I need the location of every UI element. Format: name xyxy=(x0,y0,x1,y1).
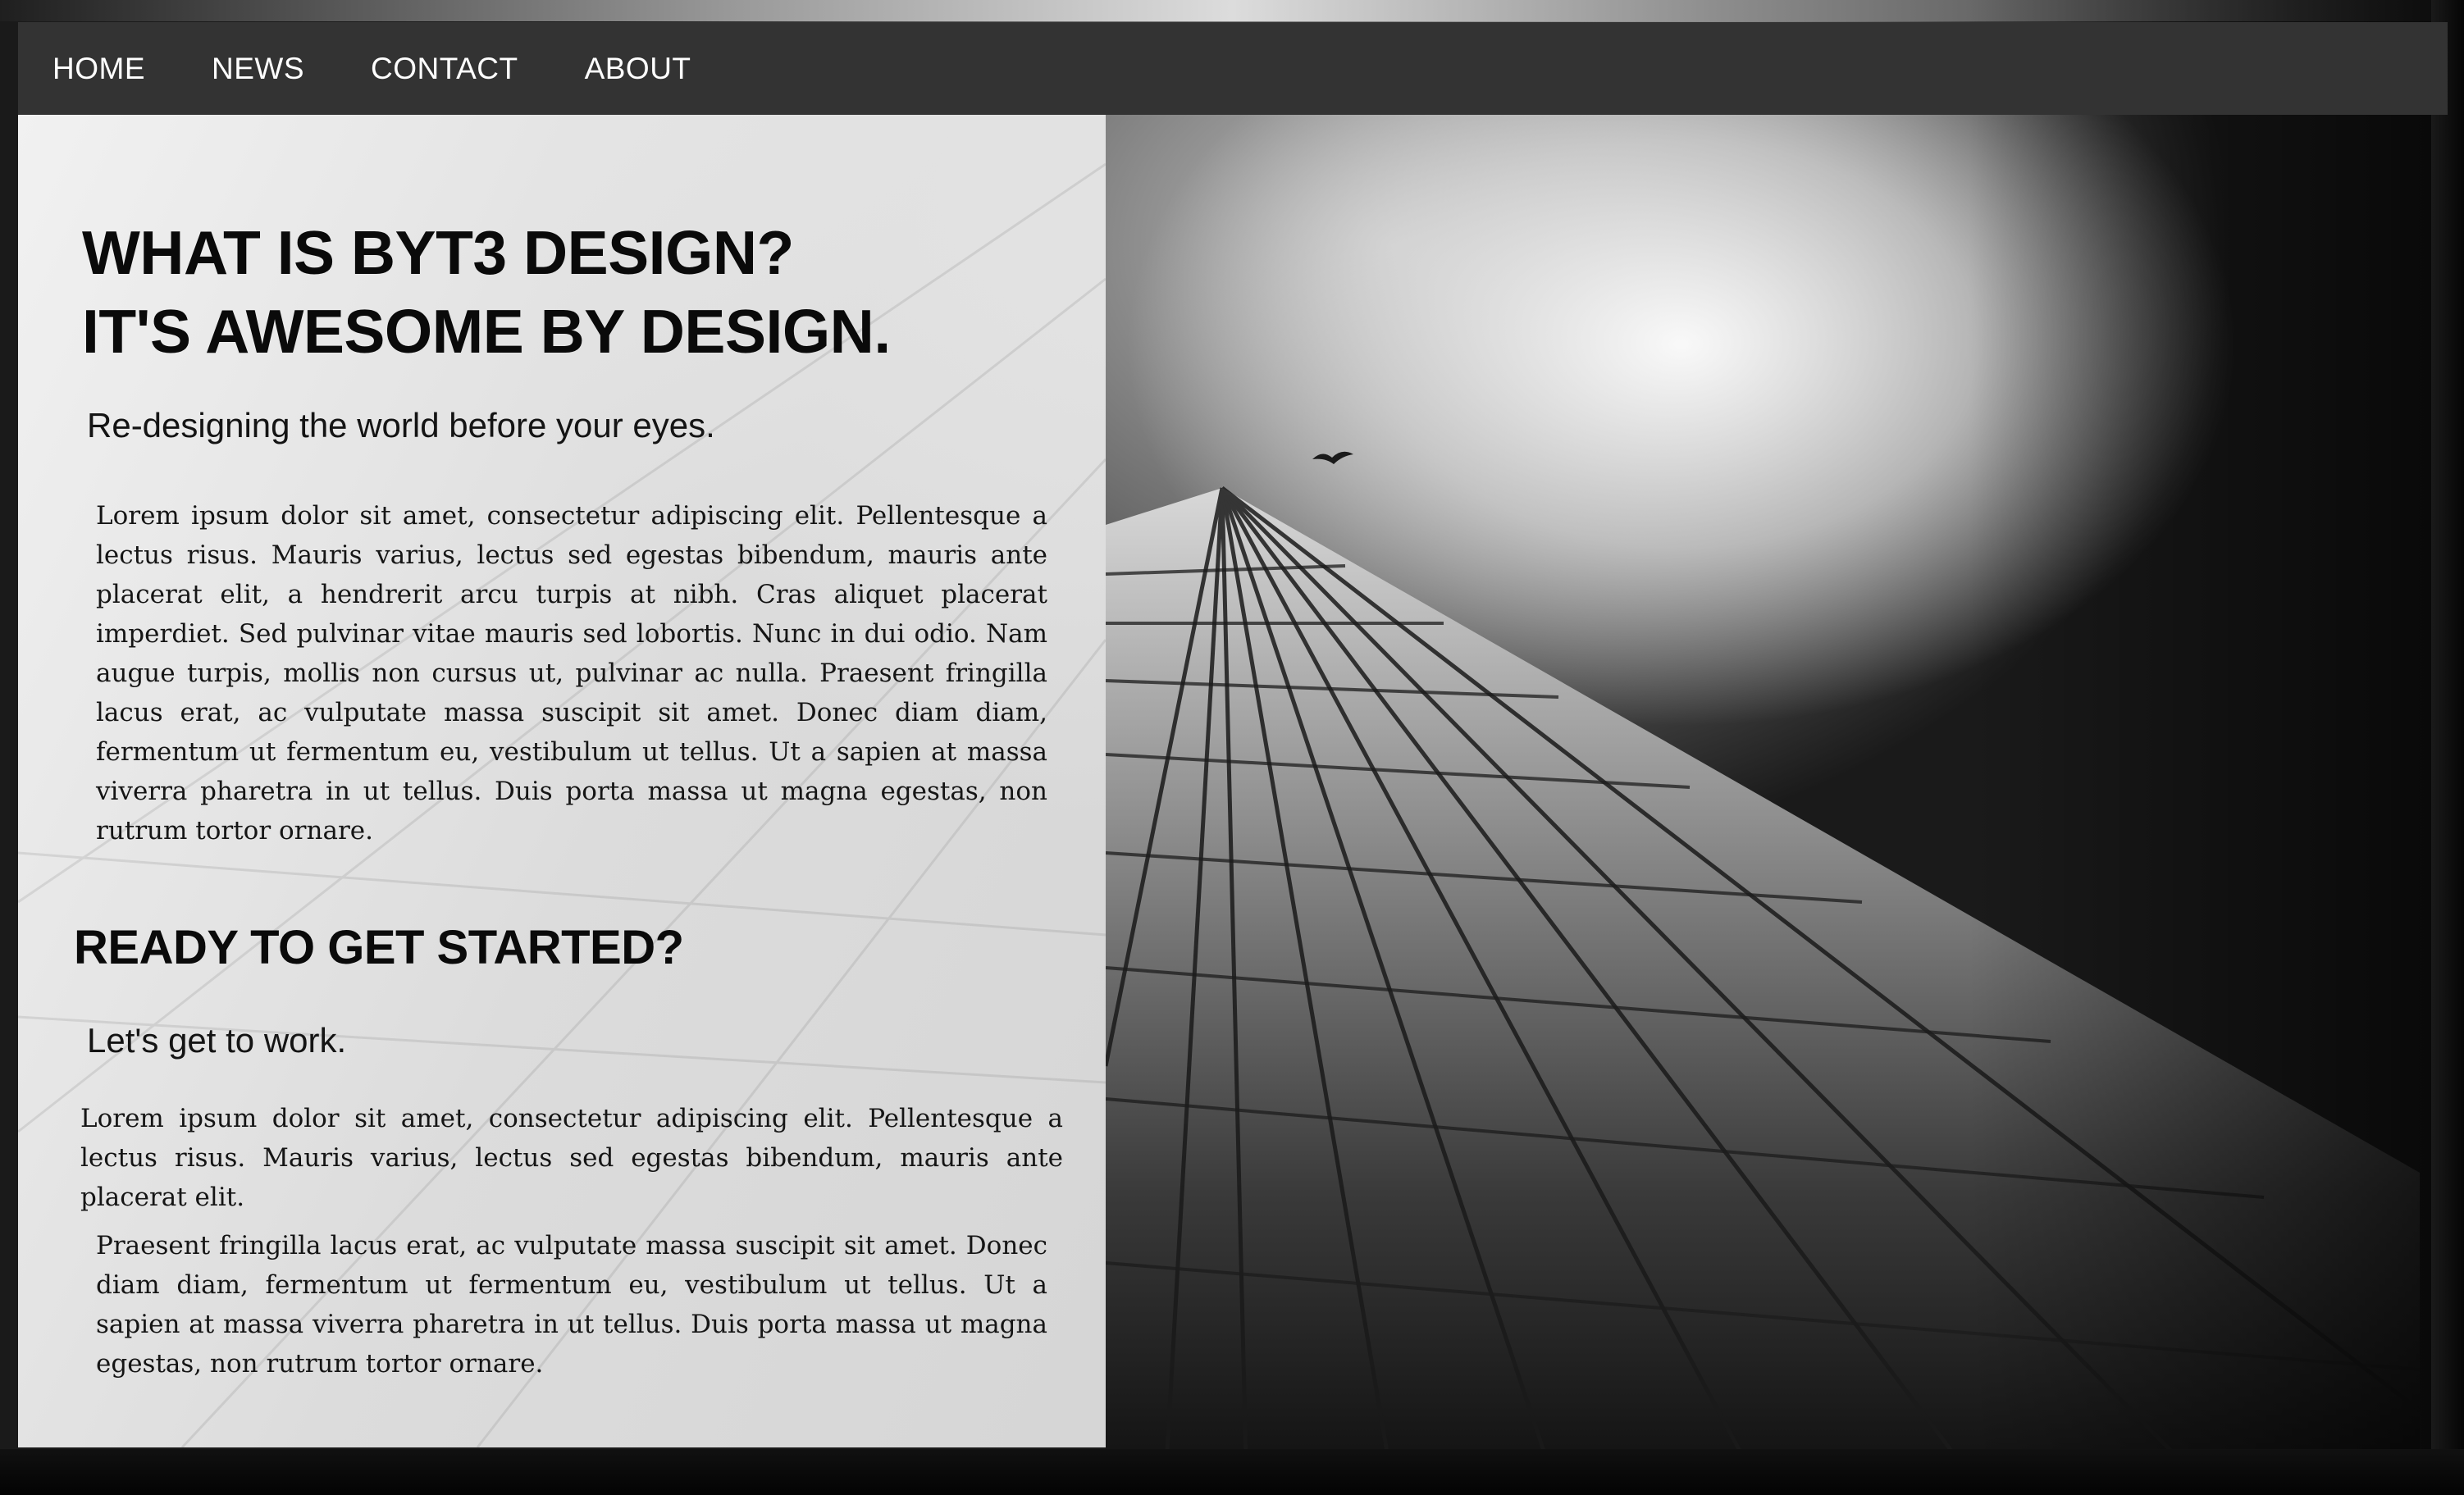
nav-contact-link[interactable]: CONTACT xyxy=(371,52,518,86)
cta-title: READY TO GET STARTED? xyxy=(74,921,684,974)
photo-bottom-edge xyxy=(0,1449,2464,1495)
content-panel: WHAT IS BYT3 DESIGN? IT'S AWESOME BY DES… xyxy=(18,115,1106,1447)
hero-paragraph: Lorem ipsum dolor sit amet, consectetur … xyxy=(96,501,1047,845)
cta-paragraph-2: Praesent fringilla lacus erat, ac vulput… xyxy=(96,1231,1047,1379)
nav-news-link[interactable]: NEWS xyxy=(212,52,304,86)
hero-title-line-1: WHAT IS BYT3 DESIGN? xyxy=(82,218,794,287)
nav-about-link[interactable]: ABOUT xyxy=(585,52,691,86)
nav-home-link[interactable]: HOME xyxy=(52,52,145,86)
bird-icon xyxy=(1312,451,1353,464)
top-navbar: HOME NEWS CONTACT ABOUT xyxy=(18,22,2448,115)
cta-paragraph-1: Lorem ipsum dolor sit amet, consectetur … xyxy=(80,1104,1063,1212)
photo-right-edge xyxy=(2431,0,2464,1495)
hero-title-line-2: IT'S AWESOME BY DESIGN. xyxy=(82,297,891,366)
hero-subtitle: Re-designing the world before your eyes. xyxy=(87,406,715,444)
cta-subtitle: Let's get to work. xyxy=(87,1021,347,1060)
hero-title: WHAT IS BYT3 DESIGN? IT'S AWESOME BY DES… xyxy=(82,213,1066,371)
